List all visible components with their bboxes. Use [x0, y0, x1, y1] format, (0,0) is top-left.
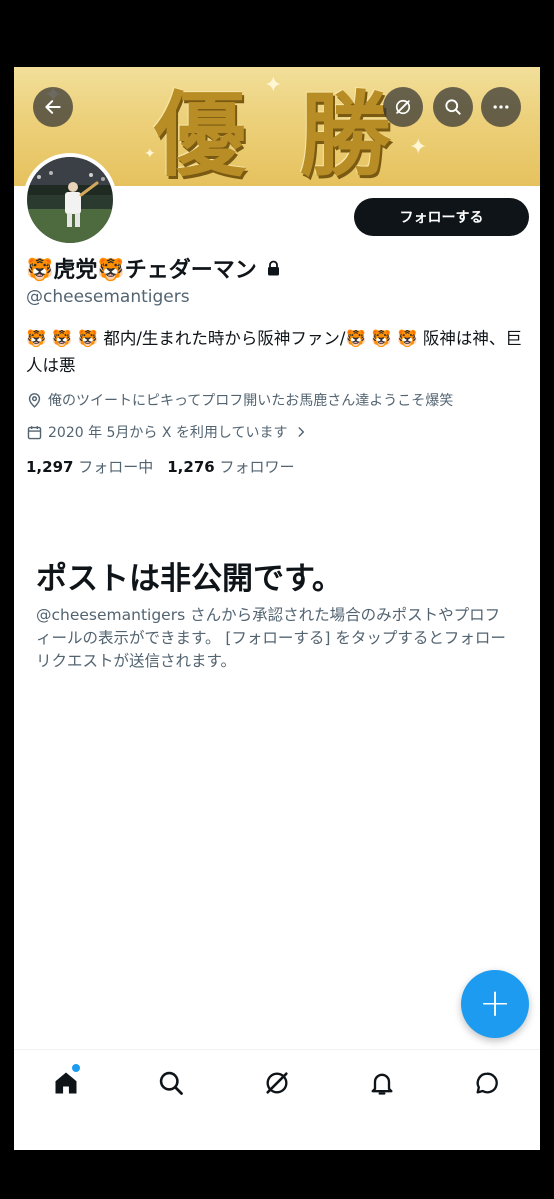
- joined-text: 2020 年 5月から X を利用しています: [48, 425, 288, 441]
- avatar[interactable]: [23, 153, 117, 247]
- back-button[interactable]: [33, 87, 73, 127]
- profile-bio: 🐯 🐯 🐯 都内/生まれた時から阪神ファン/🐯 🐯 🐯 阪神は神、巨人は悪: [26, 329, 522, 375]
- search-icon: [159, 1071, 183, 1095]
- following-stat[interactable]: 1,297 フォロー中: [26, 456, 153, 477]
- search-icon: [445, 99, 461, 115]
- chevron-right-icon: [298, 427, 304, 437]
- grok-icon: [266, 1072, 288, 1094]
- joined-row[interactable]: 2020 年 5月から X を利用しています: [26, 422, 313, 442]
- home-icon: [55, 1072, 77, 1094]
- avatar-image: [27, 157, 113, 243]
- nav-messages[interactable]: [472, 1068, 502, 1098]
- user-handle: @cheesemantigers: [26, 287, 190, 307]
- followers-stat[interactable]: 1,276 フォロワー: [167, 456, 294, 477]
- plus-icon: +: [479, 980, 511, 1025]
- banner-text-right: 勝: [299, 81, 392, 186]
- banner-text-left: 優: [154, 81, 247, 186]
- location-text: 俺のツイートにピキってプロフ開いたお馬鹿さん達ようこそ爆笑: [48, 393, 454, 409]
- follow-button[interactable]: フォローする: [354, 198, 529, 236]
- following-label: フォロー中: [78, 458, 154, 476]
- more-icon: [493, 105, 509, 109]
- grok-icon: [395, 99, 411, 115]
- location-row: 俺のツイートにピキってプロフ開いたお馬鹿さん達ようこそ爆笑: [26, 390, 453, 410]
- follow-stats: 1,297 フォロー中 1,276 フォロワー: [26, 456, 309, 477]
- followers-label: フォロワー: [219, 458, 295, 476]
- nav-grok[interactable]: [262, 1068, 292, 1098]
- message-icon: [476, 1072, 498, 1094]
- bottom-nav: [14, 1049, 540, 1150]
- sparkle-icon: ✦: [264, 73, 283, 98]
- private-body: @cheesemantigers さんから承認された場合のみポストやプロフィール…: [36, 606, 506, 670]
- location-pin-icon: [28, 392, 41, 408]
- followers-count: 1,276: [167, 458, 215, 476]
- compose-post-button[interactable]: +: [461, 970, 529, 1038]
- sparkle-icon: ✦: [409, 135, 428, 160]
- back-arrow-icon: [45, 100, 61, 114]
- nav-home[interactable]: [51, 1064, 81, 1098]
- private-title: ポストは非公開です。: [36, 561, 343, 597]
- notification-dot: [72, 1064, 80, 1072]
- app-screen: ✦ ✦ ✦ ✦ ✦ 優 勝 フォローする: [14, 67, 540, 1150]
- more-button[interactable]: [481, 87, 521, 127]
- following-count: 1,297: [26, 458, 74, 476]
- nav-search[interactable]: [156, 1068, 186, 1098]
- nav-notifications[interactable]: [367, 1068, 397, 1098]
- search-button[interactable]: [433, 87, 473, 127]
- display-name: 🐯虎党🐯チェダーマン: [26, 258, 257, 283]
- profile-name-row: 🐯虎党🐯チェダーマン: [26, 252, 280, 284]
- bell-icon: [371, 1073, 393, 1095]
- lock-icon: [267, 260, 279, 276]
- grok-button[interactable]: [383, 87, 423, 127]
- calendar-icon: [27, 425, 42, 439]
